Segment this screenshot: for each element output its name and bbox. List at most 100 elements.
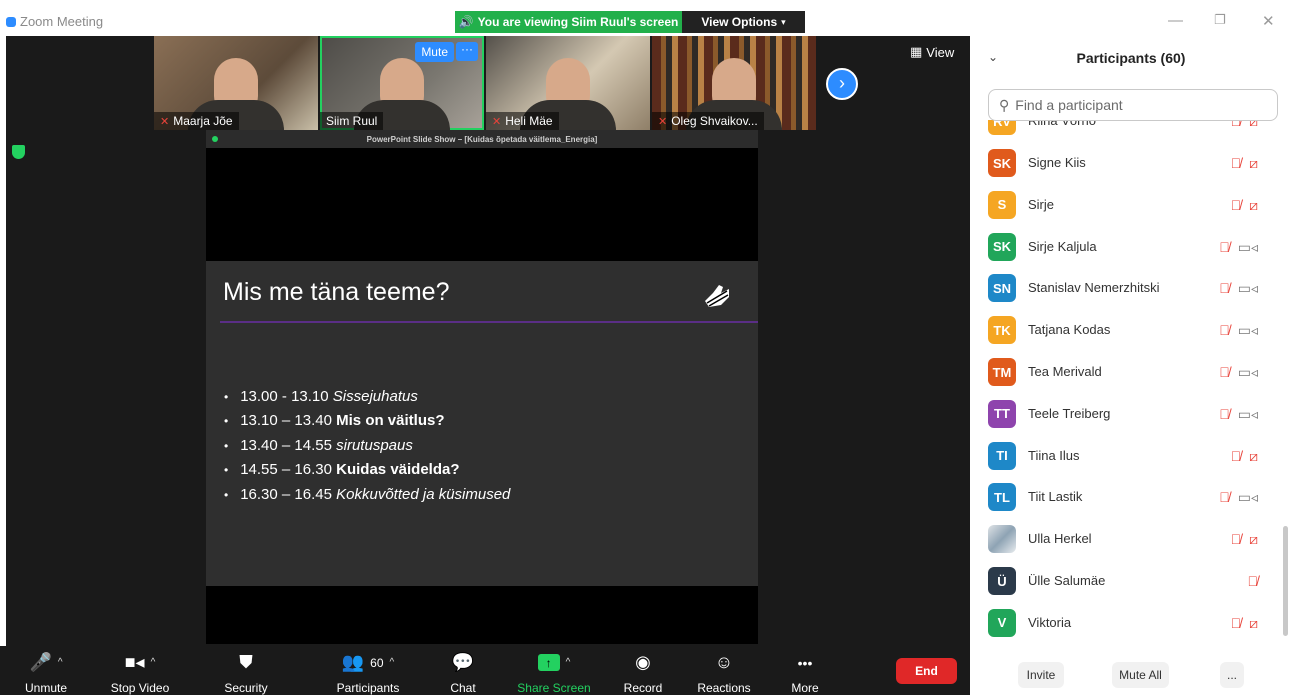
participants-panel: ⌄ Participants (60) ⚲ Find a participant… — [970, 36, 1292, 695]
unmute-button[interactable]: 🎤 ^ Unmute — [14, 646, 78, 695]
participant-search-input[interactable]: ⚲ Find a participant — [988, 89, 1278, 121]
mic-muted-icon: 🎙̸ — [1247, 573, 1259, 589]
more-options-button[interactable]: ... — [1220, 662, 1244, 688]
participant-row[interactable]: Ü Ülle Salumäe 🎙̸ — [970, 560, 1280, 602]
participant-row[interactable]: TT Teele Treiberg 🎙̸ ▭◃ — [970, 393, 1280, 435]
ppt-window-titlebar: PowerPoint Slide Show – [Kuidas õpetada … — [206, 130, 758, 148]
thumbnail-name: Maarja Jõe — [173, 114, 233, 128]
video-off-icon: ⧄ — [1249, 531, 1258, 548]
agenda-topic: Kuidas väidelda? — [336, 461, 460, 479]
participants-header: ⌄ Participants (60) — [970, 46, 1292, 70]
participant-status-icons: 🎙̸ ▭◃ — [1219, 239, 1258, 256]
chevron-up-icon[interactable]: ^ — [151, 657, 156, 668]
chevron-up-icon[interactable]: ^ — [390, 657, 395, 668]
participant-row[interactable]: SK Signe Kiis 🎙̸ ⧄ — [970, 142, 1280, 184]
participant-avatar: TL — [988, 483, 1016, 512]
participant-name: Signe Kiis — [1028, 155, 1086, 170]
share-screen-label: Share Screen — [517, 681, 591, 695]
video-off-icon: ⧄ — [1249, 196, 1258, 213]
participant-status-icons: 🎙̸ ▭◃ — [1219, 280, 1258, 297]
participant-avatar: SN — [988, 274, 1016, 303]
thumbnail-nametag: ✕ Oleg Shvaikov... — [652, 112, 764, 130]
share-screen-icon: ↑ — [537, 654, 560, 671]
video-off-icon: ⧄ — [1249, 614, 1258, 631]
view-options-button[interactable]: View Options ▾ — [682, 11, 805, 33]
video-camera-icon: ▭◃ — [1237, 364, 1258, 380]
zoom-window: Zoom Meeting 🔊 You are viewing Siim Ruul… — [0, 0, 1292, 695]
participant-row[interactable]: TI Tiina Ilus 🎙̸ ⧄ — [970, 435, 1280, 477]
end-meeting-button[interactable]: End — [896, 658, 957, 684]
view-layout-button[interactable]: ▦ View — [910, 44, 954, 60]
viewing-banner-text: You are viewing Siim Ruul's screen — [477, 15, 679, 29]
participant-row[interactable]: TM Tea Merivald 🎙̸ ▭◃ — [970, 351, 1280, 393]
agenda-time: 13.00 - 13.10 — [240, 388, 329, 405]
chevron-up-icon[interactable]: ^ — [58, 657, 63, 668]
participant-avatar: Ü — [988, 567, 1016, 595]
chevron-right-icon: › — [839, 73, 845, 93]
participant-row[interactable]: RV Riina Võrno 🎙̸ ⧄ — [970, 120, 1280, 142]
mic-muted-icon: ✕ — [658, 115, 668, 128]
video-thumbnail[interactable]: ✕ Oleg Shvaikov... — [652, 36, 816, 130]
reactions-button[interactable]: ☺ Reactions — [688, 646, 760, 695]
participant-avatar: RV — [988, 120, 1016, 135]
agenda-item: • 14.55 – 16.30 Kuidas väidelda? — [224, 461, 460, 479]
video-thumbnail[interactable]: ✕ Maarja Jõe — [154, 36, 318, 130]
participant-name: Tiit Lastik — [1028, 489, 1083, 505]
video-camera-icon: ▭◃ — [1237, 489, 1258, 506]
participant-name: Stanislav Nemerzhitski — [1028, 280, 1160, 296]
status-dot-icon — [212, 136, 218, 142]
participants-button[interactable]: 👥 60 ^ Participants — [316, 646, 420, 695]
next-page-button[interactable]: › — [826, 68, 858, 100]
participant-row[interactable]: TK Tatjana Kodas 🎙̸ ▭◃ — [970, 309, 1280, 351]
thumbnail-mute-button[interactable]: Mute — [415, 42, 454, 62]
participant-row[interactable]: SN Stanislav Nemerzhitski 🎙̸ ▭◃ — [970, 267, 1280, 309]
agenda-topic: Kokkuvõtted ja küsimused — [336, 485, 511, 503]
participants-icon: 👥 — [341, 652, 365, 672]
meeting-toolbar: 🎤 ^ Unmute ■◂ ^ Stop Video ⛊ Security 👥 60 ^… — [0, 646, 970, 695]
video-camera-icon: ▭◃ — [1237, 280, 1258, 297]
share-screen-button[interactable]: ↑ ^ Share Screen — [508, 646, 600, 695]
stop-video-label: Stop Video — [110, 681, 170, 695]
participant-row[interactable]: TL Tiit Lastik 🎙̸ ▭◃ — [970, 476, 1280, 518]
participant-name: Sirje Kaljula — [1028, 238, 1097, 254]
restore-icon[interactable]: ❐ — [1214, 12, 1226, 28]
minimize-icon[interactable]: — — [1168, 12, 1183, 29]
more-label: More — [791, 681, 819, 695]
record-button[interactable]: ◉ Record — [613, 646, 673, 695]
participant-status-icons: 🎙̸ ▭◃ — [1219, 406, 1258, 423]
thumbnail-nametag: ✕ Maarja Jõe — [154, 112, 239, 130]
smiley-plus-icon: ☺ — [714, 652, 734, 672]
chevron-up-icon[interactable]: ^ — [566, 657, 571, 668]
video-thumbnail-active[interactable]: Mute ··· Siim Ruul — [320, 36, 484, 130]
ppt-window-title: PowerPoint Slide Show – [Kuidas õpetada … — [366, 134, 598, 144]
mic-muted-icon: 🎙̸ — [1219, 489, 1230, 506]
agenda-topic: Mis on väitlus? — [336, 412, 445, 430]
participant-row[interactable]: Ulla Herkel 🎙̸ ⧄ — [970, 518, 1280, 560]
mic-muted-icon: 🎙̸ — [1230, 614, 1242, 631]
more-button[interactable]: ••• More — [778, 646, 832, 695]
participant-row[interactable]: SK Sirje Kaljula 🎙̸ ▭◃ — [970, 226, 1280, 268]
mic-muted-icon: 🎙̸ — [1230, 447, 1242, 464]
agenda-time: 13.10 – 13.40 — [240, 412, 332, 430]
chat-label: Chat — [450, 681, 476, 695]
agenda-time: 16.30 – 16.45 — [240, 485, 332, 503]
participant-row[interactable]: S Sirje 🎙̸ ⧄ — [970, 184, 1280, 226]
thumbnail-more-button[interactable]: ··· — [456, 42, 478, 61]
participant-avatar: TI — [988, 441, 1016, 470]
video-thumbnail[interactable]: ✕ Heli Mäe — [486, 36, 650, 130]
stop-video-button[interactable]: ■◂ ^ Stop Video — [98, 646, 182, 695]
security-button[interactable]: ⛊ Security — [214, 646, 278, 695]
search-placeholder: Find a participant — [1015, 97, 1123, 113]
participant-row[interactable]: V Viktoria 🎙̸ ⧄ — [970, 602, 1280, 642]
invite-button[interactable]: Invite — [1018, 662, 1064, 688]
mic-muted-icon: 🎙̸ — [1230, 155, 1242, 171]
slide-title: Mis me täna teeme? — [223, 278, 450, 306]
encryption-shield-icon[interactable] — [12, 145, 25, 159]
chat-bubble-icon: 💬 — [451, 652, 475, 672]
mute-all-button[interactable]: Mute All — [1112, 662, 1169, 688]
chat-button[interactable]: 💬 Chat — [438, 646, 488, 695]
close-icon[interactable]: ✕ — [1262, 12, 1275, 30]
mic-muted-icon: 🎙̸ — [1230, 531, 1242, 548]
participant-list-scrollbar[interactable] — [1283, 526, 1288, 636]
record-icon: ◉ — [635, 652, 651, 672]
